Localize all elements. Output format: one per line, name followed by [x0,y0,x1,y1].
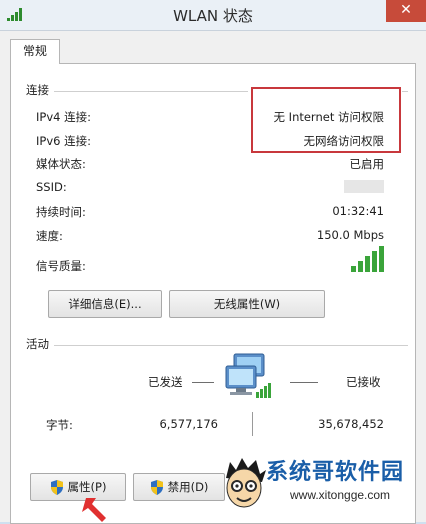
ssid-label: SSID: [36,180,67,194]
signal-strength-icon [351,246,384,272]
bytes-received-value: 35,678,452 [318,417,384,431]
group-divider [54,345,408,346]
red-arrow-icon [82,498,106,522]
activity-group-title: 活动 [26,337,49,351]
signal-bar [351,266,356,272]
shield-icon [150,480,163,495]
properties-button-label: 属性(P) [67,480,107,494]
watermark-title: 系统哥软件园 [266,460,405,485]
title-bar[interactable]: WLAN 状态 ✕ [0,0,426,31]
shield-icon [50,480,63,495]
bytes-divider [252,412,253,436]
ipv4-label: IPv4 连接: [36,110,91,124]
bytes-label: 字节: [46,418,73,432]
details-button[interactable]: 详细信息(E)... [48,290,162,318]
ipv4-value: 无 Internet 访问权限 [273,110,384,124]
ipv6-value: 无网络访问权限 [303,134,385,148]
received-label: 已接收 [346,375,381,389]
properties-button[interactable]: 属性(P) [30,473,126,501]
watermark: 系统哥软件园 www.xitongge.com [222,452,426,522]
network-computers-icon [225,353,271,398]
wireless-properties-button[interactable]: 无线属性(W) [169,290,325,318]
speed-value: 150.0 Mbps [316,228,384,242]
disable-button-label: 禁用(D) [167,480,209,494]
media-state-value: 已启用 [349,157,385,171]
connection-group-title: 连接 [26,83,49,97]
sent-line [192,382,214,383]
ssid-value-redacted [344,180,384,193]
group-divider [54,91,248,92]
tab-general[interactable]: 常规 [10,39,60,64]
speed-label: 速度: [36,229,63,243]
media-state-label: 媒体状态: [36,157,86,171]
window-title: WLAN 状态 [173,7,253,25]
group-divider [402,91,408,92]
close-icon: ✕ [400,2,412,18]
disable-button[interactable]: 禁用(D) [133,473,225,501]
signal-bar [365,256,370,272]
duration-value: 01:32:41 [332,204,384,218]
signal-bar [379,246,384,272]
signal-bar [358,261,363,272]
close-button[interactable]: ✕ [386,0,426,22]
bytes-sent-value: 6,577,176 [159,417,218,431]
signal-bar [372,251,377,272]
sent-label: 已发送 [148,375,183,389]
ipv6-label: IPv6 连接: [36,134,91,148]
wlan-status-window: WLAN 状态 ✕ 常规 连接 IPv4 连接: 无 Internet 访问权限… [0,0,426,524]
cartoon-face-icon [226,458,266,508]
received-line [290,382,318,383]
duration-label: 持续时间: [36,205,86,219]
watermark-url: www.xitongge.com [290,488,391,502]
signal-quality-label: 信号质量: [36,259,86,273]
